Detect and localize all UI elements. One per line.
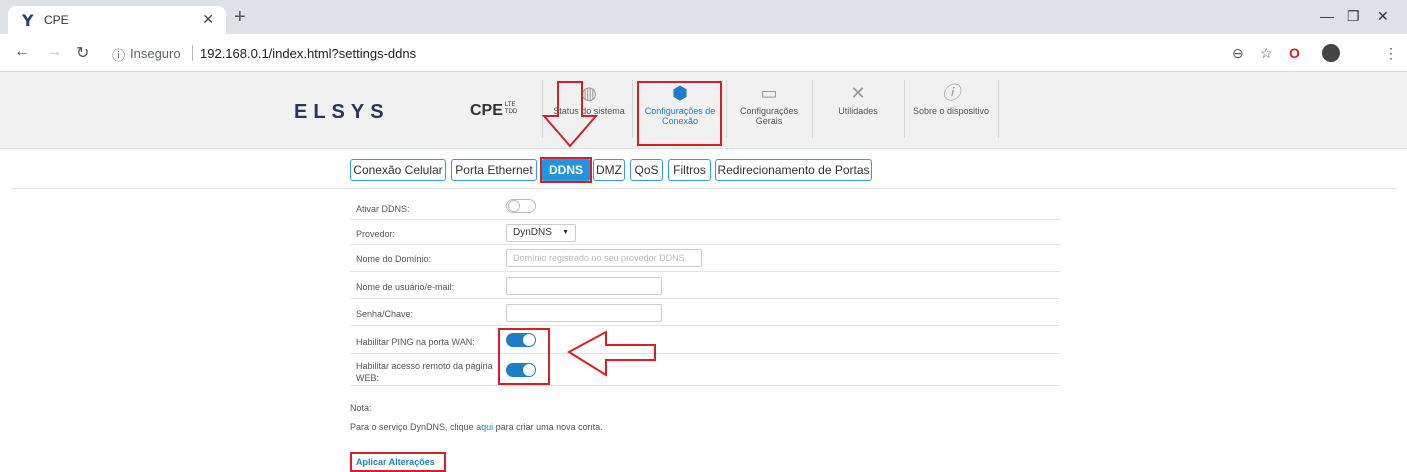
note-title: Nota: [350,403,372,413]
menu-about[interactable]: ⓘ Sobre o dispositivo [906,76,996,146]
omnibox[interactable]: ⓘ Inseguro 192.168.0.1/index.html?settin… [100,38,1190,68]
menu-general-label: Configurações Gerais [739,106,799,126]
close-tab-icon[interactable]: ✕ [202,11,214,28]
minimize-icon[interactable]: — [1320,8,1334,24]
product-sub: LTE TDD [505,102,517,116]
tab-port-forwarding[interactable]: Redirecionamento de Portas [715,159,872,181]
product-sub-1: LTE [504,102,516,108]
opera-icon[interactable]: O [1289,45,1300,61]
url-text[interactable]: 192.168.0.1/index.html?settings-ddns [200,46,416,61]
domain-input[interactable] [506,249,702,267]
provider-select[interactable]: DynDNS ▼ [506,224,576,242]
new-tab-icon[interactable]: + [234,6,246,29]
remote-web-label: Habilitar acesso remoto da página WEB: [356,361,493,383]
insecure-label: Inseguro [130,46,181,61]
tab-cellular[interactable]: Conexão Celular [350,159,446,181]
note-text-after: para criar uma nova conta. [493,422,603,432]
user-label: Nome de usuário/e-mail: [356,282,455,292]
bookmark-star-icon[interactable]: ☆ [1260,45,1273,62]
tab-title: CPE [44,13,69,27]
provider-label: Provedor: [356,229,396,239]
cpe-logo: CPE LTE TDD [470,102,517,120]
note-text: Para o serviço DynDNS, clique aqui para … [350,422,603,432]
password-label: Senha/Chave: [356,309,414,319]
menu-utilities-label: Utilidades [838,106,878,116]
highlight-box-apply [350,452,446,472]
annotation-arrow-down [541,81,599,148]
menu-general-settings[interactable]: ▭ Configurações Gerais [730,76,808,146]
row-remote-web: Habilitar acesso remoto da página WEB: [350,354,1060,386]
user-input[interactable] [506,277,662,295]
reload-icon[interactable]: ↻ [76,43,89,63]
menu-divider [904,80,905,138]
restore-icon[interactable]: ❐ [1347,8,1360,25]
provider-value: DynDNS [513,227,552,238]
info-icon[interactable]: ⓘ [112,45,125,64]
tab-filters[interactable]: Filtros [668,159,711,181]
tools-icon: ✕ [850,83,866,103]
menu-divider [632,80,633,138]
router-icon: ▭ [760,83,778,103]
elsys-logo: ELSYS [294,101,390,123]
toggle-knob [508,200,520,212]
browser-tab[interactable]: Y CPE ✕ [8,6,226,34]
ping-wan-label: Habilitar PING na porta WAN: [356,337,475,347]
enable-ddns-toggle[interactable] [506,199,536,213]
enable-ddns-label: Ativar DDNS: [356,204,410,214]
back-icon[interactable]: ← [14,43,30,61]
row-password: Senha/Chave: [350,299,1060,326]
row-provider: Provedor: DynDNS ▼ [350,220,1060,245]
menu-divider [726,80,727,138]
row-domain: Nome do Domínio: [350,245,1060,272]
product-name: CPE [470,102,503,119]
highlight-box-menu [637,81,722,146]
row-user: Nome de usuário/e-mail: [350,272,1060,299]
menu-dots-icon[interactable]: ⋮ [1384,45,1398,62]
menu-divider [812,80,813,138]
info-icon: ⓘ [942,83,960,103]
forward-icon[interactable]: → [46,43,62,61]
note-text-before: Para o serviço DynDNS, clique [350,422,477,432]
tab-qos[interactable]: QoS [630,159,663,181]
zoom-icon[interactable]: ⊖ [1232,45,1244,62]
highlight-box-ddns [540,157,592,183]
address-bar-row: ← → ↻ ⓘ Inseguro 192.168.0.1/index.html?… [0,34,1407,72]
divider [12,188,1396,189]
product-sub-2: TDD [504,109,518,115]
chevron-down-icon: ▼ [562,229,569,236]
favicon-icon: Y [22,11,34,30]
menu-about-label: Sobre o dispositivo [912,106,990,116]
close-window-icon[interactable]: ✕ [1377,8,1389,25]
row-ping-wan: Habilitar PING na porta WAN: [350,326,1060,354]
tab-dmz[interactable]: DMZ [593,159,625,181]
annotation-arrow-left [567,330,656,377]
avatar[interactable] [1322,44,1340,62]
omnibox-divider [192,45,193,61]
menu-divider [998,80,999,138]
dyndns-link[interactable]: aqui [476,422,493,432]
page: Y CPE ✕ + — ❐ ✕ ← → ↻ ⓘ Inseguro 192.168… [0,0,1407,472]
tab-ethernet[interactable]: Porta Ethernet [451,159,537,181]
browser-tab-bar: Y CPE ✕ + — ❐ ✕ [0,0,1407,34]
highlight-box-toggles [498,328,550,385]
menu-utilities[interactable]: ✕ Utilidades [816,76,900,146]
domain-label: Nome do Domínio: [356,254,432,264]
row-enable-ddns: Ativar DDNS: [350,196,1060,220]
password-input[interactable] [506,304,662,322]
